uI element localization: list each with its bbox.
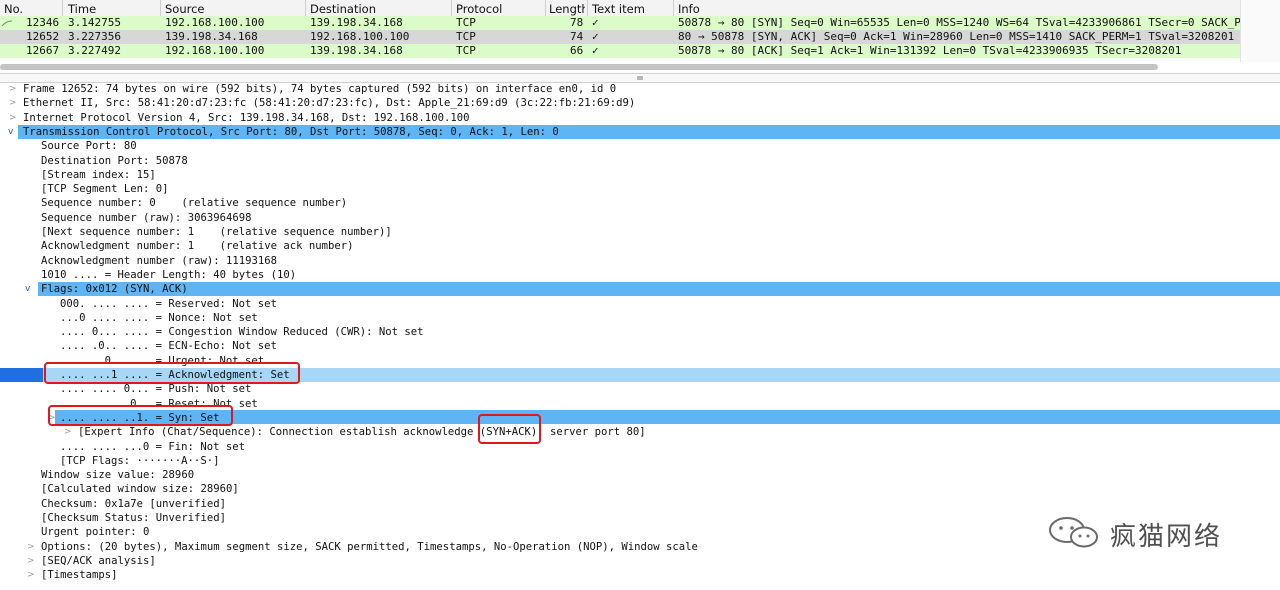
packet-row-selected[interactable]: 12652 3.227356 139.198.34.168 192.168.10…: [0, 30, 1240, 44]
packet-destination: 139.198.34.168: [310, 16, 403, 29]
packet-list-pane: No. Time Source Destination Protocol Len…: [0, 0, 1280, 82]
tree-item-ip[interactable]: > Internet Protocol Version 4, Src: 139.1…: [0, 111, 1280, 125]
column-text-item-header[interactable]: Text item: [592, 2, 645, 16]
packet-info: 50878 → 80 [ACK] Seq=1 Ack=1 Win=131392 …: [678, 44, 1182, 57]
packet-protocol: TCP: [456, 30, 476, 43]
expand-chevron-icon[interactable]: >: [64, 425, 72, 439]
column-no-header[interactable]: No.: [4, 2, 23, 16]
tree-item-flags[interactable]: v Flags: 0x012 (SYN, ACK): [0, 282, 1280, 296]
field-seq-relative[interactable]: Sequence number: 0 (relative sequence nu…: [0, 196, 1280, 210]
packet-no: 12652: [26, 30, 60, 43]
packet-length: 74: [570, 30, 584, 43]
column-protocol-header[interactable]: Protocol: [456, 2, 502, 16]
expand-chevron-icon[interactable]: >: [27, 554, 35, 568]
packet-no: 12346: [26, 16, 60, 29]
packet-protocol: TCP: [456, 44, 476, 57]
packet-list-header: No. Time Source Destination Protocol Len…: [0, 0, 1240, 17]
tree-item-tcp[interactable]: v Transmission Control Protocol, Src Port…: [0, 125, 1280, 139]
column-info-header[interactable]: Info: [678, 2, 700, 16]
expand-chevron-icon[interactable]: >: [27, 540, 35, 554]
flag-push[interactable]: .... .... 0... = Push: Not set: [0, 382, 1280, 396]
packet-time: 3.227356: [68, 30, 121, 43]
tree-item-timestamps[interactable]: > [Timestamps]: [0, 568, 1280, 582]
field-ack-relative[interactable]: Acknowledgment number: 1 (relative ack n…: [0, 239, 1280, 253]
packet-info: 80 → 50878 [SYN, ACK] Seq=0 Ack=1 Win=28…: [678, 30, 1240, 43]
annotation-box-ack-flag: [44, 362, 300, 384]
packet-text-item-check-icon: ✓: [592, 44, 599, 57]
field-seq-raw[interactable]: Sequence number (raw): 3063964698: [0, 211, 1280, 225]
packet-source: 192.168.100.100: [165, 16, 265, 29]
column-source-header[interactable]: Source: [165, 2, 205, 16]
expand-chevron-icon[interactable]: >: [9, 82, 17, 96]
related-packet-arrow-icon: [1, 20, 13, 27]
tree-item-expert-info[interactable]: > [Expert Info (Chat/Sequence): Connectio…: [0, 425, 1280, 439]
packet-text-item-check-icon: ✓: [592, 30, 599, 43]
flag-ecn-echo[interactable]: .... .0.. .... = ECN-Echo: Not set: [0, 339, 1280, 353]
packet-time: 3.227492: [68, 44, 121, 57]
packet-time: 3.142755: [68, 16, 121, 29]
splitter-grip-icon: [637, 76, 643, 80]
field-header-length[interactable]: 1010 .... = Header Length: 40 bytes (10): [0, 268, 1280, 282]
field-stream-index[interactable]: [Stream index: 15]: [0, 168, 1280, 182]
tree-item-frame[interactable]: > Frame 12652: 74 bytes on wire (592 bits…: [0, 82, 1280, 96]
packet-list: No. Time Source Destination Protocol Len…: [0, 0, 1240, 62]
packet-length: 78: [570, 16, 584, 29]
column-time-header[interactable]: Time: [68, 2, 96, 16]
expand-chevron-icon[interactable]: >: [9, 111, 17, 125]
field-tcp-flags[interactable]: [TCP Flags: ·······A··S·]: [0, 454, 1280, 468]
flag-reserved[interactable]: 000. .... .... = Reserved: Not set: [0, 297, 1280, 311]
flag-cwr[interactable]: .... 0... .... = Congestion Window Reduc…: [0, 325, 1280, 339]
expand-chevron-icon[interactable]: >: [27, 568, 35, 582]
packet-row[interactable]: 12346 3.142755 192.168.100.100 139.198.3…: [0, 16, 1240, 30]
flag-fin[interactable]: .... .... ...0 = Fin: Not set: [0, 440, 1280, 454]
expand-chevron-icon[interactable]: >: [9, 96, 17, 110]
field-ack-raw[interactable]: Acknowledgment number (raw): 11193168: [0, 254, 1280, 268]
field-destination-port[interactable]: Destination Port: 50878: [0, 154, 1280, 168]
packet-text-item-check-icon: ✓: [592, 16, 599, 29]
packet-destination: 139.198.34.168: [310, 44, 403, 57]
field-segment-len[interactable]: [TCP Segment Len: 0]: [0, 182, 1280, 196]
tree-item-ethernet[interactable]: > Ethernet II, Src: 58:41:20:d7:23:fc (58…: [0, 96, 1280, 110]
packet-list-horizontal-scrollbar[interactable]: [0, 64, 1158, 70]
column-length-header[interactable]: Length: [549, 2, 585, 16]
annotation-box-syn-ack: [478, 414, 541, 444]
packet-protocol: TCP: [456, 16, 476, 29]
field-window-size[interactable]: Window size value: 28960: [0, 468, 1280, 482]
field-source-port[interactable]: Source Port: 80: [0, 139, 1280, 153]
watermark: 疯猫网络: [1048, 512, 1248, 552]
column-destination-header[interactable]: Destination: [310, 2, 376, 16]
packet-row[interactable]: 12667 3.227492 192.168.100.100 139.198.3…: [0, 44, 1240, 58]
packet-destination: 192.168.100.100: [310, 30, 410, 43]
packet-info: 50878 → 80 [SYN] Seq=0 Win=65535 Len=0 M…: [678, 16, 1240, 29]
watermark-text: 疯猫网络: [1110, 522, 1223, 552]
packet-no: 12667: [26, 44, 60, 57]
flag-nonce[interactable]: ...0 .... .... = Nonce: Not set: [0, 311, 1280, 325]
collapse-chevron-icon[interactable]: v: [25, 282, 30, 296]
collapse-chevron-icon[interactable]: v: [8, 125, 13, 139]
packet-source: 139.198.34.168: [165, 30, 258, 43]
packet-length: 66: [570, 44, 584, 57]
annotation-box-syn-flag: [48, 405, 233, 426]
packet-source: 192.168.100.100: [165, 44, 265, 57]
field-next-seq[interactable]: [Next sequence number: 1 (relative seque…: [0, 225, 1280, 239]
tree-item-seq-ack-analysis[interactable]: > [SEQ/ACK analysis]: [0, 554, 1280, 568]
field-checksum[interactable]: Checksum: 0x1a7e [unverified]: [0, 497, 1280, 511]
field-calc-window-size[interactable]: [Calculated window size: 28960]: [0, 482, 1280, 496]
packet-list-vertical-scrollbar[interactable]: [1240, 0, 1280, 62]
wechat-logo-icon: [1049, 517, 1098, 548]
